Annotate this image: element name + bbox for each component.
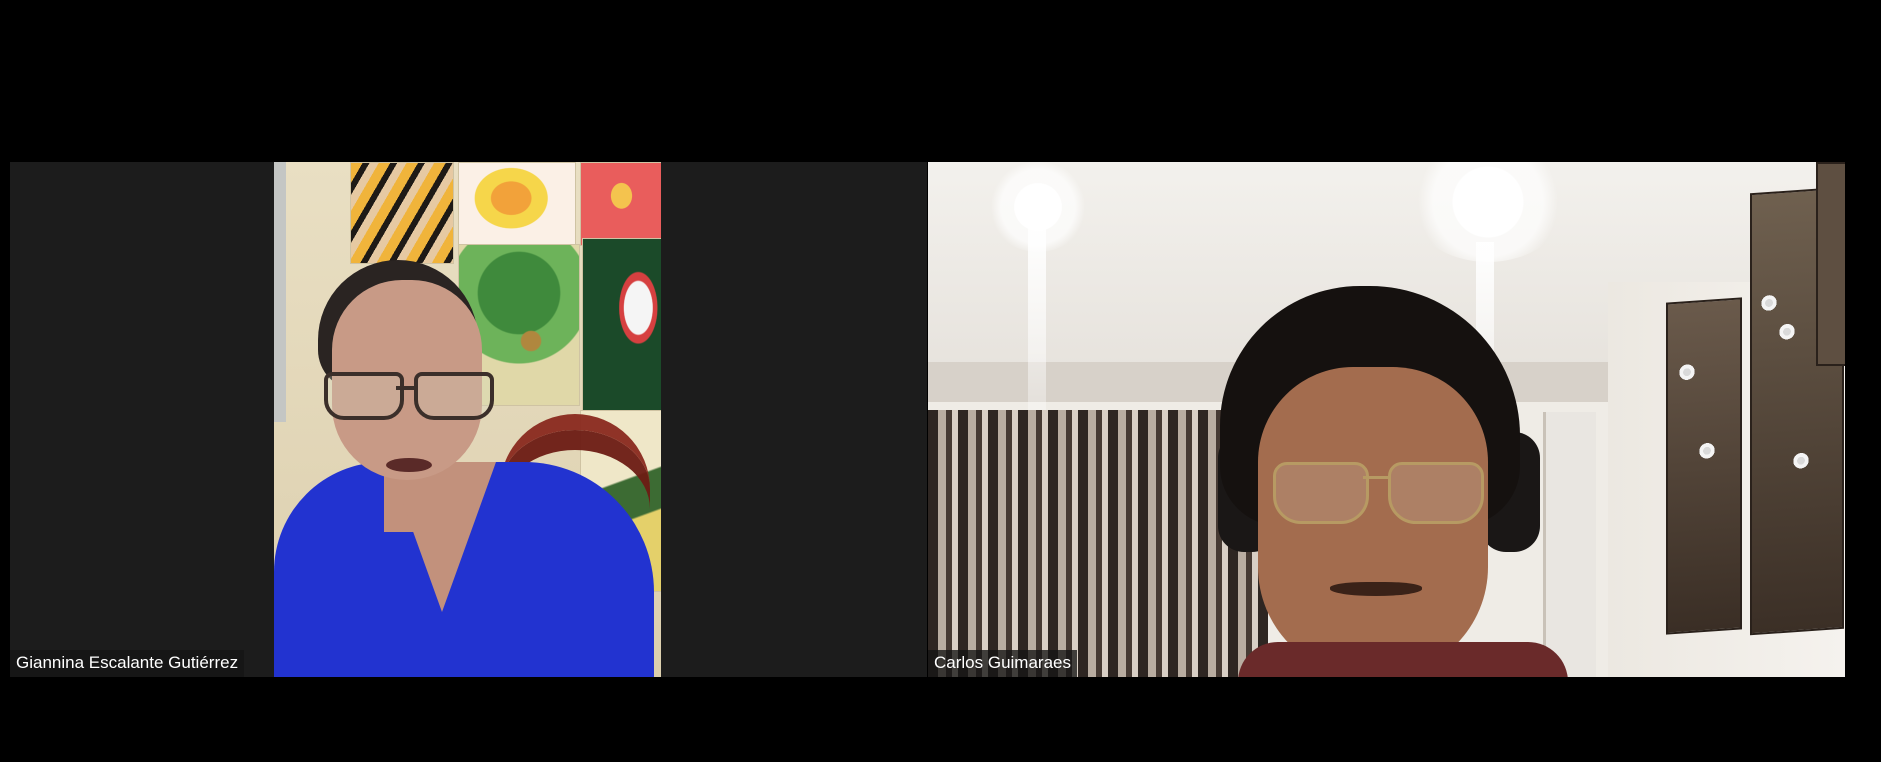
participant-video — [274, 162, 661, 677]
wall-art-panel — [1666, 297, 1742, 635]
participant-tile[interactable]: Carlos Guimaraes — [928, 162, 1845, 677]
person-mouth — [386, 458, 432, 472]
video-backdrop-sheet — [274, 162, 286, 422]
doorway — [1543, 412, 1596, 677]
wall-painting — [350, 162, 454, 264]
participant-name-label: Giannina Escalante Gutiérrez — [10, 650, 245, 677]
person-moustache — [1330, 582, 1422, 596]
video-call-gallery: Giannina Escalante Gutiérrez Carlos Guim… — [0, 0, 1881, 762]
wall-art-panel — [1816, 162, 1845, 366]
person-neckline — [388, 462, 496, 612]
participant-tile[interactable]: Giannina Escalante Gutiérrez — [10, 162, 927, 677]
person-shirt — [1238, 642, 1568, 677]
wall-painting — [582, 238, 661, 412]
participant-name-label: Carlos Guimaraes — [928, 650, 1077, 677]
participant-video — [928, 162, 1845, 677]
person-glasses — [1273, 462, 1488, 524]
window-blinds — [928, 410, 1268, 677]
wall-painting — [580, 162, 661, 246]
wall-painting — [458, 162, 576, 252]
person-glasses — [324, 372, 494, 420]
